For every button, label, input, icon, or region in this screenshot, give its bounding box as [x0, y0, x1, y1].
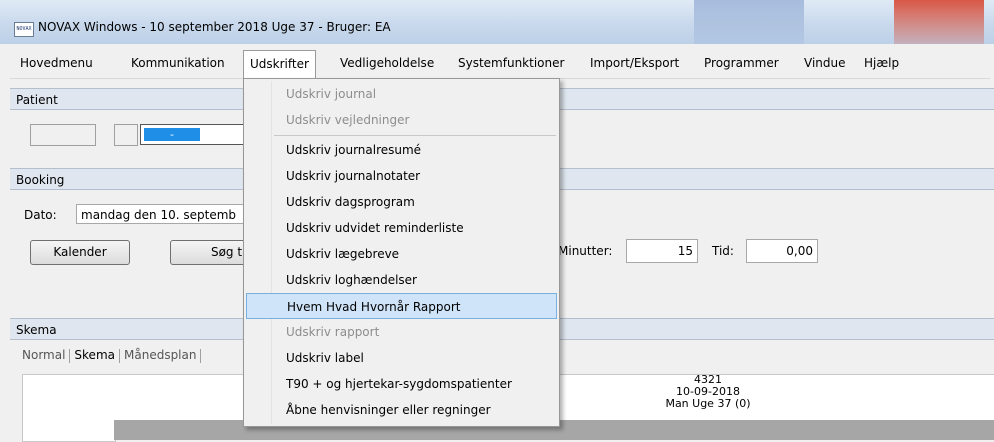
date-label: Dato:	[24, 208, 57, 222]
app-icon: NOVAX	[14, 22, 34, 37]
menu-systemfunktioner[interactable]: Systemfunktioner	[452, 50, 570, 77]
patient-selector[interactable]: -	[140, 124, 244, 145]
menu-hjaelp[interactable]: Hjælp	[858, 50, 905, 77]
menu-item-udskriv-laegebreve[interactable]: Udskriv lægebreve	[246, 241, 557, 267]
menu-item-udskriv-label[interactable]: Udskriv label	[246, 345, 557, 371]
menu-item-udskriv-loghaendelser[interactable]: Udskriv loghændelser	[246, 267, 557, 293]
patient-id-field[interactable]	[30, 124, 96, 146]
schedule-time-column	[22, 374, 116, 442]
menu-item-aabne-henvisninger[interactable]: Åbne henvisninger eller regninger	[246, 397, 557, 423]
menu-import-eksport[interactable]: Import/Eksport	[584, 50, 685, 77]
menu-vindue[interactable]: Vindue	[798, 50, 852, 77]
window-title: NOVAX Windows - 10 september 2018 Uge 37…	[38, 20, 391, 34]
close-button-glow[interactable]	[894, 0, 984, 44]
tab-separator	[200, 348, 202, 363]
menu-item-udskriv-vejledninger: Udskriv vejledninger	[286, 113, 410, 127]
tab-maanedsplan[interactable]: Månedsplan	[120, 348, 200, 362]
window-controls-area	[654, 0, 994, 44]
time-label: Tid:	[712, 244, 734, 258]
menu-item-udskriv-dagsprogram[interactable]: Udskriv dagsprogram	[246, 189, 557, 215]
date-field[interactable]: mandag den 10. septemb	[76, 204, 256, 224]
menu-item-udskriv-udvidet-reminderliste[interactable]: Udskriv udvidet reminderliste	[246, 215, 557, 241]
schedule-tabs: Normal Skema Månedsplan	[18, 348, 202, 363]
time-field[interactable]: 0,00	[746, 239, 818, 263]
menu-item-t90-hjertekar[interactable]: T90 + og hjertekar-sygdomspatienter	[246, 371, 557, 397]
tab-skema[interactable]: Skema	[70, 348, 119, 362]
menu-bar: Hovedmenu Kommunikation Udskrifter Vedli…	[10, 50, 990, 79]
minutes-label: Minutter:	[558, 244, 613, 258]
menu-item-udskriv-journalresume[interactable]: Udskriv journalresumé	[246, 137, 557, 163]
udskrifter-dropdown-menu: Udskriv journal Udskriv vejledninger Uds…	[243, 78, 560, 427]
menu-hovedmenu[interactable]: Hovedmenu	[14, 50, 99, 77]
patient-selector-value: -	[144, 128, 200, 141]
patient-checkbox[interactable]	[114, 124, 138, 146]
menu-kommunikation[interactable]: Kommunikation	[125, 50, 231, 77]
column-header-week: Man Uge 37 (0)	[665, 397, 751, 410]
menu-separator	[274, 135, 556, 136]
schedule-column-header[interactable]: 4321 10-09-2018 Man Uge 37 (0)	[598, 374, 818, 410]
menu-item-udskriv-journalnotater[interactable]: Udskriv journalnotater	[246, 163, 557, 189]
menu-item-udskriv-rapport: Udskriv rapport	[286, 325, 380, 339]
menu-item-udskriv-journal: Udskriv journal	[286, 87, 377, 101]
menu-item-hvem-hvad-hvornaar-rapport[interactable]: Hvem Hvad Hvornår Rapport	[246, 293, 557, 319]
tab-normal[interactable]: Normal	[18, 348, 69, 362]
menu-programmer[interactable]: Programmer	[698, 50, 785, 77]
menu-vedligeholdelse[interactable]: Vedligeholdelse	[334, 50, 440, 77]
minimize-button-glow[interactable]	[694, 0, 804, 44]
kalender-button[interactable]: Kalender	[30, 240, 130, 265]
menu-udskrifter[interactable]: Udskrifter	[243, 50, 316, 78]
minutes-field[interactable]: 15	[626, 239, 698, 263]
title-bar: NOVAX NOVAX Windows - 10 september 2018 …	[0, 0, 994, 44]
